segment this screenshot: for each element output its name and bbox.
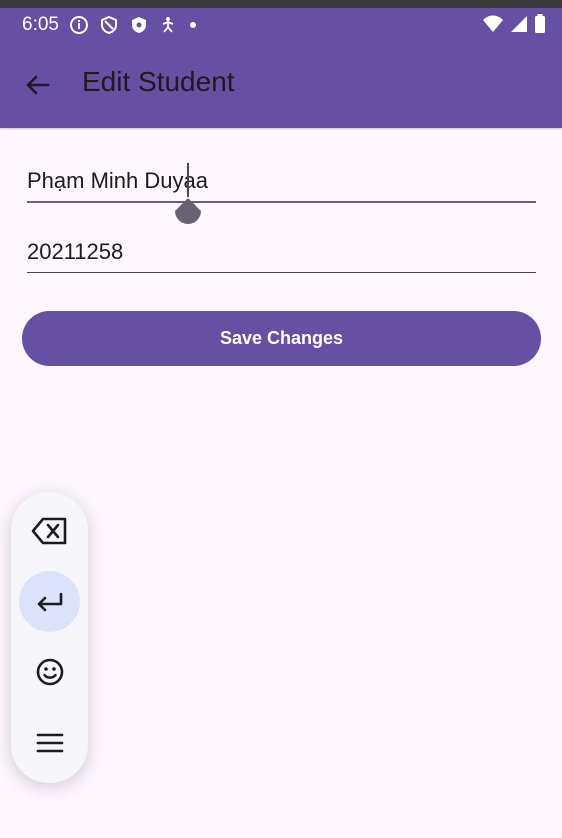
menu-icon[interactable] — [19, 712, 80, 773]
status-time: 6:05 — [22, 14, 59, 35]
info-icon — [69, 15, 89, 35]
arrow-back-icon[interactable] — [22, 69, 54, 101]
signal-icon — [510, 15, 528, 38]
shield-icon — [99, 15, 119, 35]
backspace-icon[interactable] — [19, 500, 80, 561]
emoji-icon[interactable] — [19, 641, 80, 702]
dot-icon — [187, 19, 199, 31]
status-bar: 6:05 — [0, 8, 562, 42]
keyboard-floating-toolbar — [11, 492, 88, 783]
shield-check-icon — [129, 15, 149, 35]
app-bar: Edit Student — [0, 42, 562, 128]
battery-icon — [534, 14, 546, 39]
top-edge — [0, 0, 562, 8]
accessibility-icon — [159, 15, 177, 35]
wifi-icon — [482, 15, 504, 38]
enter-icon[interactable] — [19, 571, 80, 632]
text-cursor — [187, 163, 189, 197]
cursor-handle[interactable] — [174, 198, 202, 228]
page-title: Edit Student — [82, 66, 235, 97]
name-field[interactable]: Phạm Minh Duyaa — [27, 161, 536, 203]
student-id-field[interactable]: 20211258 — [27, 232, 536, 273]
save-changes-button[interactable]: Save Changes — [22, 311, 541, 366]
